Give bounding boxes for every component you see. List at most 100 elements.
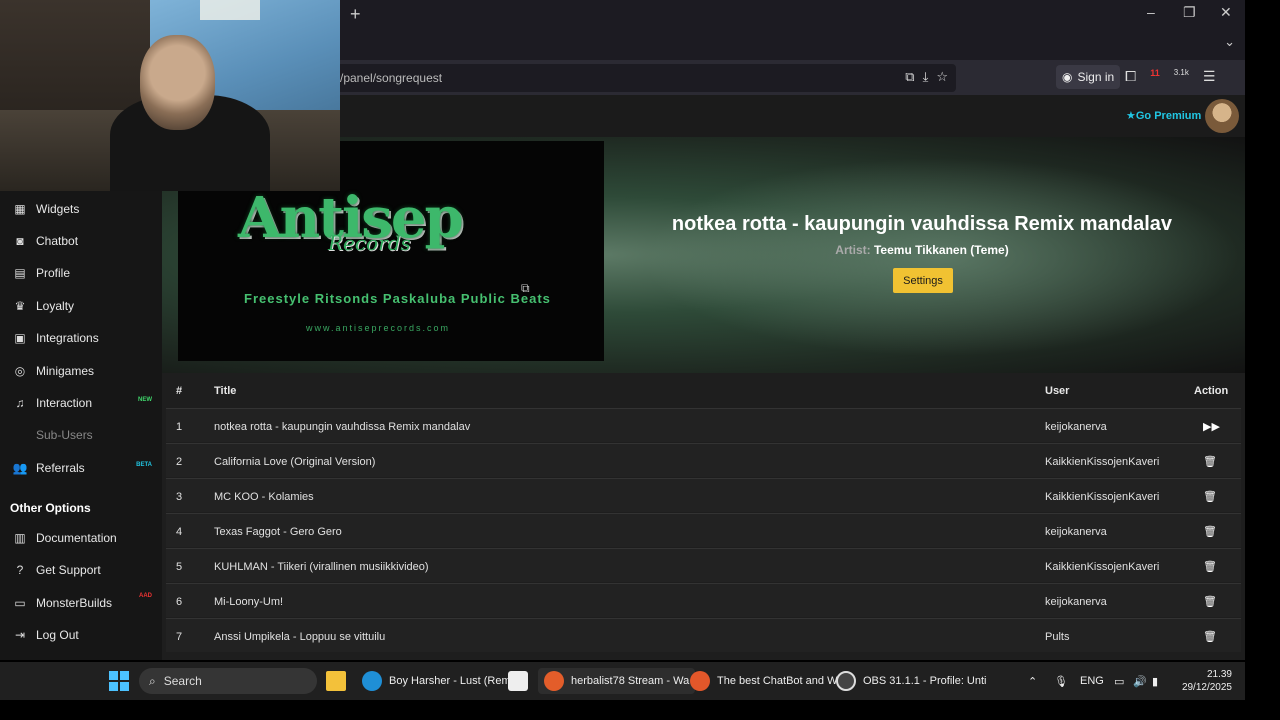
sidebar-item-label: Interaction	[36, 396, 93, 410]
webcam-overlay	[0, 0, 340, 191]
delete-icon[interactable]: 🗑	[1203, 455, 1217, 468]
restore-icon[interactable]: ❐	[1183, 4, 1196, 21]
url-text[interactable]: /panel/songrequest	[340, 71, 442, 85]
trophy-icon: ♛	[14, 299, 26, 313]
delete-icon[interactable]: 🗑	[1203, 630, 1217, 643]
row-num: 2	[176, 456, 183, 468]
sidebar-item-sub-users[interactable]: Sub-Users	[0, 421, 162, 449]
artist-label: Artist:	[835, 243, 871, 257]
row-title: Anssi Umpikela - Loppuu se vittuilu	[214, 631, 386, 643]
delete-icon[interactable]: 🗑	[1203, 490, 1217, 503]
row-num: 7	[176, 631, 183, 643]
robot-icon: ◙	[16, 234, 24, 248]
extension-counter-icon[interactable]: 3.1k	[1174, 68, 1189, 85]
tray-chevron-up-icon[interactable]: ⌃	[1028, 675, 1037, 688]
sidebar-item-label: MonsterBuilds	[36, 596, 113, 610]
sidebar-item-label: Loyalty	[36, 299, 75, 313]
table-header: # Title User Action	[162, 373, 1245, 408]
sidebar-item-minigames[interactable]: ◎ Minigames	[0, 357, 162, 385]
picture-in-picture-icon[interactable]: ⧉	[521, 281, 530, 296]
download-icon[interactable]: ⤓	[923, 69, 929, 85]
new-badge: NEW	[138, 397, 152, 403]
table-row: 3 MC KOO - Kolamies KaikkienKissojenKaveri…	[166, 478, 1241, 512]
aad-badge: AAD	[139, 593, 152, 599]
url-bar[interactable]: /panel/songrequest ⧉ ⤓ ☆	[330, 64, 956, 92]
sidebar-item-log-out[interactable]: ⇥ Log Out	[0, 621, 162, 649]
sign-in-label: Sign in	[1077, 70, 1115, 84]
song-title: notkea rotta - kaupungin vauhdissa Remix…	[671, 213, 1173, 235]
taskbar-app-firefox-chatbot[interactable]: The best ChatBot and W	[690, 668, 837, 694]
search-icon: ⌕	[149, 673, 156, 688]
sidebar-item-label: Widgets	[36, 202, 80, 216]
row-user: keijokanerva	[1045, 596, 1107, 608]
row-user: KaikkienKissojenKaveri	[1045, 491, 1160, 503]
sidebar-item-chatbot[interactable]: ◙ Chatbot	[0, 227, 162, 255]
minimize-icon[interactable]: –	[1147, 4, 1155, 20]
sidebar-item-label: Documentation	[36, 531, 117, 545]
sidebar-item-label: Profile	[36, 266, 71, 280]
col-num: #	[176, 385, 183, 397]
row-num: 1	[176, 421, 183, 433]
sidebar-item-interaction[interactable]: ♫ Interaction NEW	[0, 389, 162, 417]
sidebar-item-referrals[interactable]: 👥 Referrals BETA	[0, 454, 162, 482]
sidebar: ▦ Widgets ◙ Chatbot ▤ Profile ♛ Loyalty ▣ Int…	[0, 137, 162, 660]
row-user: KaikkienKissojenKaveri	[1045, 561, 1160, 573]
sidebar-item-label: Get Support	[36, 563, 101, 577]
extensions-icon[interactable]: ⧠	[1125, 68, 1136, 85]
book-icon: ▥	[14, 531, 26, 545]
play-next-icon[interactable]: ▶▶	[1203, 420, 1220, 433]
microphone-icon[interactable]: 🎙	[1054, 675, 1068, 688]
sidebar-item-get-support[interactable]: ? Get Support	[0, 556, 162, 584]
extension-badge-icon[interactable]: 11	[1150, 68, 1160, 85]
sidebar-item-label: Integrations	[36, 331, 99, 345]
table-row: 6 Mi-Loony-Um! keijokanerva 🗑	[166, 583, 1241, 617]
menu-icon[interactable]: ☰	[1203, 68, 1216, 85]
col-action: Action	[1194, 385, 1229, 397]
taskbar-app-edge[interactable]: Boy Harsher - Lust (Rem	[362, 668, 511, 694]
clock-time: 21.39	[1206, 669, 1232, 680]
star-icon[interactable]: ☆	[936, 69, 948, 85]
taskbar-app-obs[interactable]: OBS 31.1.1 - Profile: Unti	[836, 668, 987, 694]
sidebar-item-label: Referrals	[36, 461, 85, 475]
taskbar-clock[interactable]: 21.39 29/12/2025	[1170, 668, 1232, 694]
windows-start-icon[interactable]	[109, 671, 129, 691]
table-row: 7 Anssi Umpikela - Loppuu se vittuilu Pult…	[166, 618, 1241, 652]
sidebar-item-widgets[interactable]: ▦ Widgets	[0, 195, 162, 223]
row-title: California Love (Original Version)	[214, 456, 376, 468]
row-user: keijokanerva	[1045, 526, 1107, 538]
network-icon[interactable]: ▭	[1114, 675, 1124, 688]
pip-icon[interactable]: ⧉	[905, 69, 914, 85]
artist-row: Artist: Teemu Tikkanen (Teme)	[662, 243, 1182, 257]
plug-icon: ▣	[14, 331, 26, 345]
taskbar-app-firefox-stream[interactable]: herbalist78 Stream - Wa	[538, 668, 696, 694]
chevron-down-icon[interactable]: ⌄	[1224, 34, 1235, 50]
sidebar-item-documentation[interactable]: ▥ Documentation	[0, 524, 162, 552]
battery-icon[interactable]: ▮	[1152, 675, 1158, 688]
file-explorer-icon[interactable]	[326, 668, 346, 694]
avatar[interactable]	[1205, 99, 1239, 133]
language-indicator[interactable]: ENG	[1080, 675, 1104, 687]
settings-button[interactable]: Settings	[893, 268, 953, 293]
sidebar-item-monsterbuilds[interactable]: ▭ MonsterBuilds AAD	[0, 589, 162, 617]
sidebar-item-loyalty[interactable]: ♛ Loyalty	[0, 292, 162, 320]
sidebar-item-integrations[interactable]: ▣ Integrations	[0, 324, 162, 352]
close-icon[interactable]: ✕	[1220, 4, 1232, 21]
taskbar-search[interactable]: ⌕ Search	[139, 668, 317, 694]
store-icon[interactable]	[508, 668, 528, 694]
album-url: www.antiseprecords.com	[306, 323, 451, 333]
delete-icon[interactable]: 🗑	[1203, 560, 1217, 573]
table-row: 1 notkea rotta - kaupungin vauhdissa Remi…	[166, 408, 1241, 442]
row-num: 5	[176, 561, 183, 573]
taskbar-app-label: The best ChatBot and W	[717, 675, 838, 687]
volume-icon[interactable]: 🔊	[1133, 675, 1147, 688]
question-icon: ?	[16, 563, 24, 577]
go-premium-link[interactable]: ★Go Premium	[1126, 109, 1201, 122]
delete-icon[interactable]: 🗑	[1203, 525, 1217, 538]
sign-in-button[interactable]: ◉ Sign in	[1056, 65, 1121, 89]
album-logo-sub: Records	[328, 231, 411, 255]
table-row: 2 California Love (Original Version) Kaikk…	[166, 443, 1241, 477]
new-tab-button[interactable]: +	[350, 4, 361, 25]
delete-icon[interactable]: 🗑	[1203, 595, 1217, 608]
row-num: 6	[176, 596, 183, 608]
sidebar-item-profile[interactable]: ▤ Profile	[0, 259, 162, 287]
